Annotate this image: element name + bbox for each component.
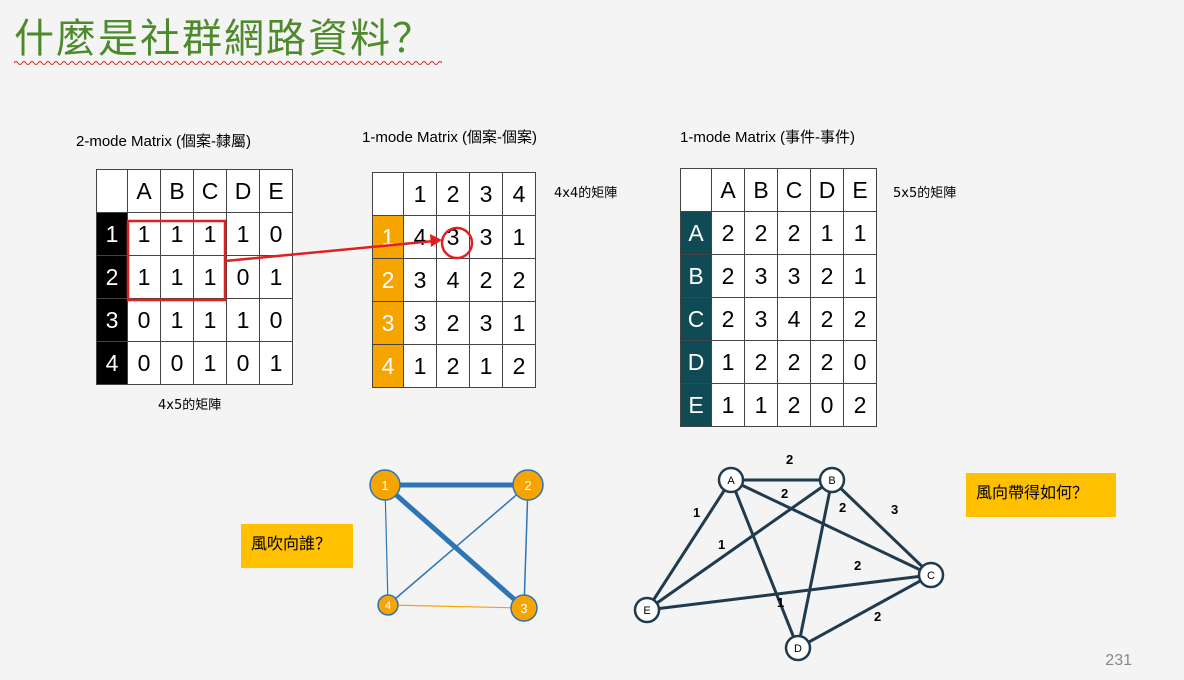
edge-label: 2 (781, 486, 788, 501)
node-label: B (828, 475, 835, 487)
network-edge (730, 478, 932, 577)
node-label: 3 (520, 601, 527, 616)
network-node: 2 (512, 469, 544, 501)
node-label: 4 (385, 600, 391, 612)
network-edge (523, 484, 529, 609)
question-box-events: 風向帶得如何？ (966, 473, 1116, 517)
network-node: D (784, 634, 812, 662)
network-edge (796, 479, 834, 649)
node-label: D (794, 643, 802, 655)
network-edge (387, 604, 525, 609)
edge-label: 1 (777, 595, 784, 610)
question-box-cases: 風吹向誰？ (241, 524, 353, 568)
network-node: 1 (369, 469, 401, 501)
highlight-circle (440, 226, 474, 260)
edge-label: 2 (786, 452, 793, 467)
network-node: B (818, 466, 846, 494)
network-node: A (717, 466, 745, 494)
edge-label: 2 (854, 558, 861, 573)
highlight-rectangle (126, 219, 227, 302)
node-label: 2 (524, 478, 531, 493)
node-label: E (643, 605, 650, 617)
edge-label: 2 (874, 609, 881, 624)
network-node: 3 (510, 594, 538, 622)
network-node: E (633, 596, 661, 624)
network-edge (729, 479, 800, 649)
network-node: 4 (377, 594, 399, 616)
edge-label: 3 (891, 502, 898, 517)
highlight-arrow (224, 239, 435, 263)
network-edge (797, 573, 932, 650)
edge-label: 2 (839, 500, 846, 515)
network-node: C (917, 561, 945, 589)
edge-label: 1 (693, 505, 700, 520)
edge-label: 1 (718, 537, 725, 552)
node-label: C (927, 570, 935, 582)
arrow-head (430, 234, 442, 247)
network-edge (830, 478, 933, 577)
node-label: A (727, 475, 735, 487)
page-number: 231 (1105, 652, 1132, 669)
node-label: 1 (381, 478, 388, 493)
diagram-overlay: 1 2 3 4 2 2 1 2 3 1 2 1 2 A B C D E (126, 219, 945, 662)
network-edge (384, 484, 389, 606)
